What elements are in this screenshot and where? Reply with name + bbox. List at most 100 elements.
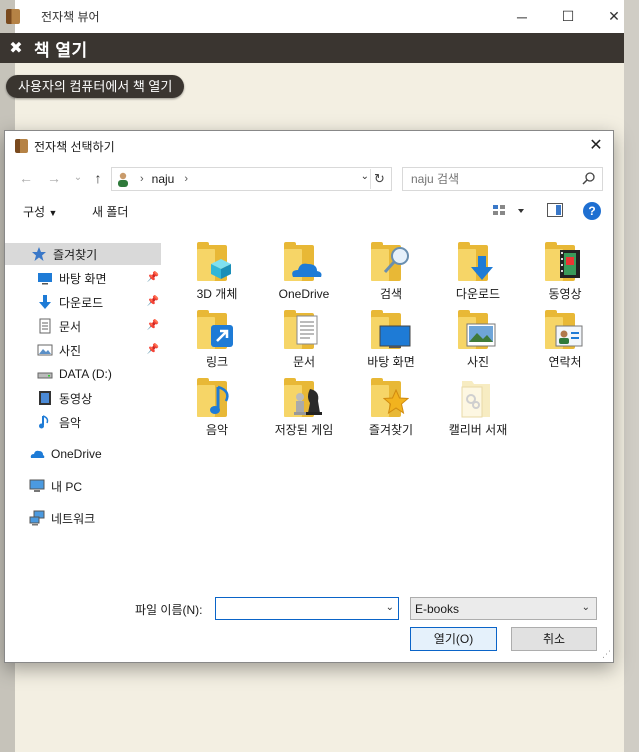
search-folder-icon — [369, 241, 413, 283]
star-icon — [31, 246, 47, 262]
onedrive-folder-icon — [282, 241, 326, 283]
downloads-folder-icon — [456, 241, 500, 283]
folder-label: 문서 — [292, 355, 316, 369]
folder-item[interactable]: 동영상 — [522, 241, 608, 301]
pin-icon[interactable]: 📌 — [147, 272, 159, 283]
nav-item-videos[interactable]: 동영상 — [5, 387, 161, 409]
address-dropdown-icon[interactable]: ⌄ — [361, 171, 369, 182]
file-name-label: 파일 이름(N): — [135, 603, 203, 617]
pin-icon[interactable]: 📌 — [147, 296, 159, 307]
desktop-icon — [37, 270, 53, 286]
nav-item-data-drive[interactable]: DATA (D:) — [5, 363, 161, 385]
folder-label: 사진 — [466, 355, 490, 369]
nav-item-music[interactable]: 음악 — [5, 411, 161, 433]
preview-pane-icon[interactable] — [547, 203, 563, 217]
folder-item[interactable]: OneDrive — [261, 241, 347, 301]
file-type-select[interactable]: E-books ⌄ — [410, 597, 597, 620]
folder-item[interactable]: 연락처 — [522, 309, 608, 369]
folder-item[interactable]: 사진 — [435, 309, 521, 369]
nav-label: 음악 — [59, 415, 82, 430]
resize-grip-icon[interactable]: ⋰ — [602, 649, 611, 660]
forward-arrow-icon[interactable]: → — [43, 167, 65, 189]
folder-label: 동영상 — [548, 287, 582, 301]
saved-games-folder-icon — [282, 377, 326, 419]
folder-view: 3D 개체 OneDrive 검색 다운로드 동영상 링크 문서 바탕 화면 사… — [167, 231, 611, 583]
dialog-toolbar: 구성 ▼ 새 폴더 ? — [5, 197, 613, 225]
file-open-dialog: 전자책 선택하기 ✕ ← → ⌄ ↑ › naju › ⌄ ↻ 구성 ▼ 새 폴… — [4, 130, 614, 663]
nav-label: 문서 — [59, 319, 82, 334]
3d-objects-folder-icon — [195, 241, 239, 283]
links-folder-icon — [195, 309, 239, 351]
videos-folder-icon — [543, 241, 587, 283]
recent-locations-chevron-icon[interactable]: ⌄ — [67, 167, 89, 189]
favorites-folder-icon — [369, 377, 413, 419]
music-icon — [37, 414, 53, 430]
nav-item-downloads[interactable]: 다운로드 📌 — [5, 291, 161, 313]
search-input[interactable] — [411, 172, 571, 186]
folder-item[interactable]: 3D 개체 — [174, 241, 260, 301]
music-folder-icon — [195, 377, 239, 419]
desktop-folder-icon — [369, 309, 413, 351]
nav-label: 바탕 화면 — [59, 271, 107, 286]
search-box[interactable] — [402, 167, 603, 191]
app-header: ✖ 책 열기 — [0, 33, 624, 63]
nav-item-documents[interactable]: 문서 📌 — [5, 315, 161, 337]
new-folder-button[interactable]: 새 폴더 — [92, 203, 128, 220]
folder-item[interactable]: 캘리버 서재 — [435, 377, 521, 437]
network-icon — [29, 510, 45, 526]
open-button[interactable]: 열기(O) — [410, 627, 497, 651]
folder-item[interactable]: 다운로드 — [435, 241, 521, 301]
organize-button[interactable]: 구성 ▼ — [23, 203, 57, 220]
file-name-input[interactable] — [220, 598, 380, 619]
folder-item[interactable]: 바탕 화면 — [348, 309, 434, 369]
minimize-button[interactable]: ─ — [499, 0, 545, 33]
onedrive-icon — [29, 446, 45, 462]
refresh-icon[interactable]: ↻ — [370, 169, 388, 189]
nav-label: 사진 — [59, 343, 82, 358]
folder-item[interactable]: 링크 — [174, 309, 260, 369]
chevron-down-icon[interactable]: ⌄ — [386, 602, 394, 613]
app-titlebar: 전자책 뷰어 ─ ☐ ✕ — [15, 0, 624, 33]
close-book-icon[interactable]: ✖ — [6, 38, 26, 58]
pin-icon[interactable]: 📌 — [147, 344, 159, 355]
nav-label: DATA (D:) — [59, 367, 112, 381]
folder-label: 검색 — [379, 287, 403, 301]
folder-item[interactable]: 저장된 게임 — [261, 377, 347, 437]
folder-item[interactable]: 문서 — [261, 309, 347, 369]
change-view-button[interactable] — [492, 203, 526, 219]
nav-item-favorites[interactable]: 즐겨찾기 — [5, 243, 161, 265]
view-grid-icon — [493, 205, 524, 215]
cancel-button[interactable]: 취소 — [511, 627, 597, 651]
back-arrow-icon[interactable]: ← — [15, 167, 37, 189]
folder-item[interactable]: 음악 — [174, 377, 260, 437]
pictures-icon — [37, 342, 53, 358]
nav-item-this-pc[interactable]: 내 PC — [5, 475, 161, 497]
header-title: 책 열기 — [34, 40, 88, 60]
nav-item-network[interactable]: 네트워크 — [5, 507, 161, 529]
file-name-combobox[interactable]: ⌄ — [215, 597, 399, 620]
up-arrow-icon[interactable]: ↑ — [87, 167, 109, 189]
dialog-close-button[interactable]: ✕ — [585, 135, 607, 157]
nav-label: 즐겨찾기 — [53, 247, 98, 262]
file-type-value: E-books — [415, 601, 460, 616]
nav-item-pictures[interactable]: 사진 📌 — [5, 339, 161, 361]
pin-icon[interactable]: 📌 — [147, 320, 159, 331]
pictures-folder-icon — [456, 309, 500, 351]
address-bar[interactable]: › naju › ⌄ ↻ — [111, 167, 392, 191]
nav-item-desktop[interactable]: 바탕 화면 📌 — [5, 267, 161, 289]
help-icon[interactable]: ? — [583, 202, 601, 220]
organize-label: 구성 — [23, 205, 46, 219]
open-from-computer-button[interactable]: 사용자의 컴퓨터에서 책 열기 — [6, 75, 185, 98]
maximize-button[interactable]: ☐ — [545, 0, 591, 33]
breadcrumb-path[interactable]: naju — [152, 172, 175, 186]
folder-item[interactable]: 즐겨찾기 — [348, 377, 434, 437]
background-right-strip — [624, 0, 639, 752]
nav-item-onedrive[interactable]: OneDrive — [5, 443, 161, 465]
window-close-button[interactable]: ✕ — [591, 0, 637, 33]
folder-item[interactable]: 검색 — [348, 241, 434, 301]
document-icon — [37, 318, 53, 334]
pc-icon — [29, 478, 45, 494]
folder-label: 연락처 — [548, 355, 582, 369]
chevron-down-icon: ▼ — [48, 208, 58, 218]
nav-label: 동영상 — [59, 391, 93, 406]
